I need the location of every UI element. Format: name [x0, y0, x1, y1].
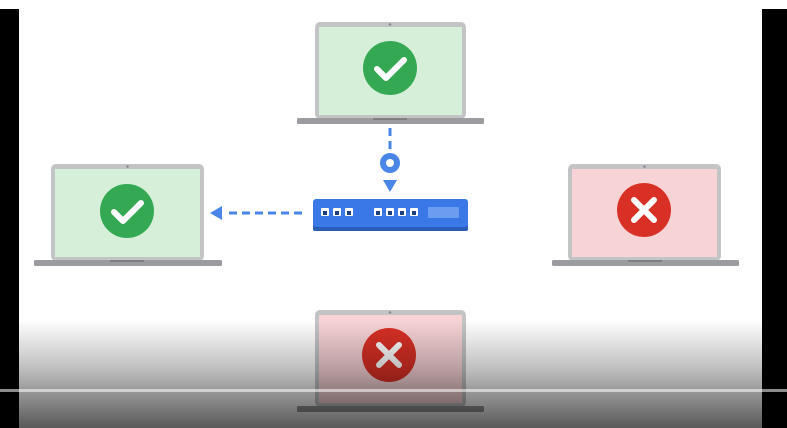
switch-port	[400, 211, 404, 215]
switch-port	[376, 211, 380, 215]
link-top-to-switch	[380, 128, 400, 192]
video-progress-bar[interactable]	[0, 389, 787, 392]
network-diagram	[34, 22, 739, 412]
link-switch-to-left	[210, 206, 302, 220]
arrow-down-icon	[383, 180, 397, 192]
switch-port	[347, 211, 351, 215]
laptop-top-notch	[373, 118, 407, 120]
laptop-top-camera	[388, 23, 392, 26]
arrow-left-icon	[210, 206, 222, 220]
laptop-left-notch	[110, 260, 144, 262]
switch-uplink-module	[428, 207, 459, 218]
switch-port	[412, 211, 416, 215]
x-mark-icon	[617, 183, 671, 237]
switch-ports-group-1	[321, 208, 353, 216]
laptop-right-notch	[628, 260, 662, 262]
laptop-right-camera	[643, 165, 646, 168]
switch-port	[335, 211, 339, 215]
laptop-left	[34, 164, 222, 266]
laptop-left-camera	[126, 165, 129, 168]
laptop-bottom-camera	[388, 311, 392, 314]
network-switch-icon	[313, 199, 468, 231]
laptop-right	[552, 164, 739, 266]
switch-port	[323, 211, 327, 215]
x-mark-icon	[362, 328, 416, 382]
checkmark-icon	[100, 184, 154, 238]
laptop-bottom-base	[297, 406, 484, 412]
laptop-bottom	[297, 310, 484, 412]
video-frame	[0, 0, 787, 428]
checkmark-icon	[363, 41, 417, 95]
laptop-top	[297, 22, 484, 124]
switch-port	[388, 211, 392, 215]
